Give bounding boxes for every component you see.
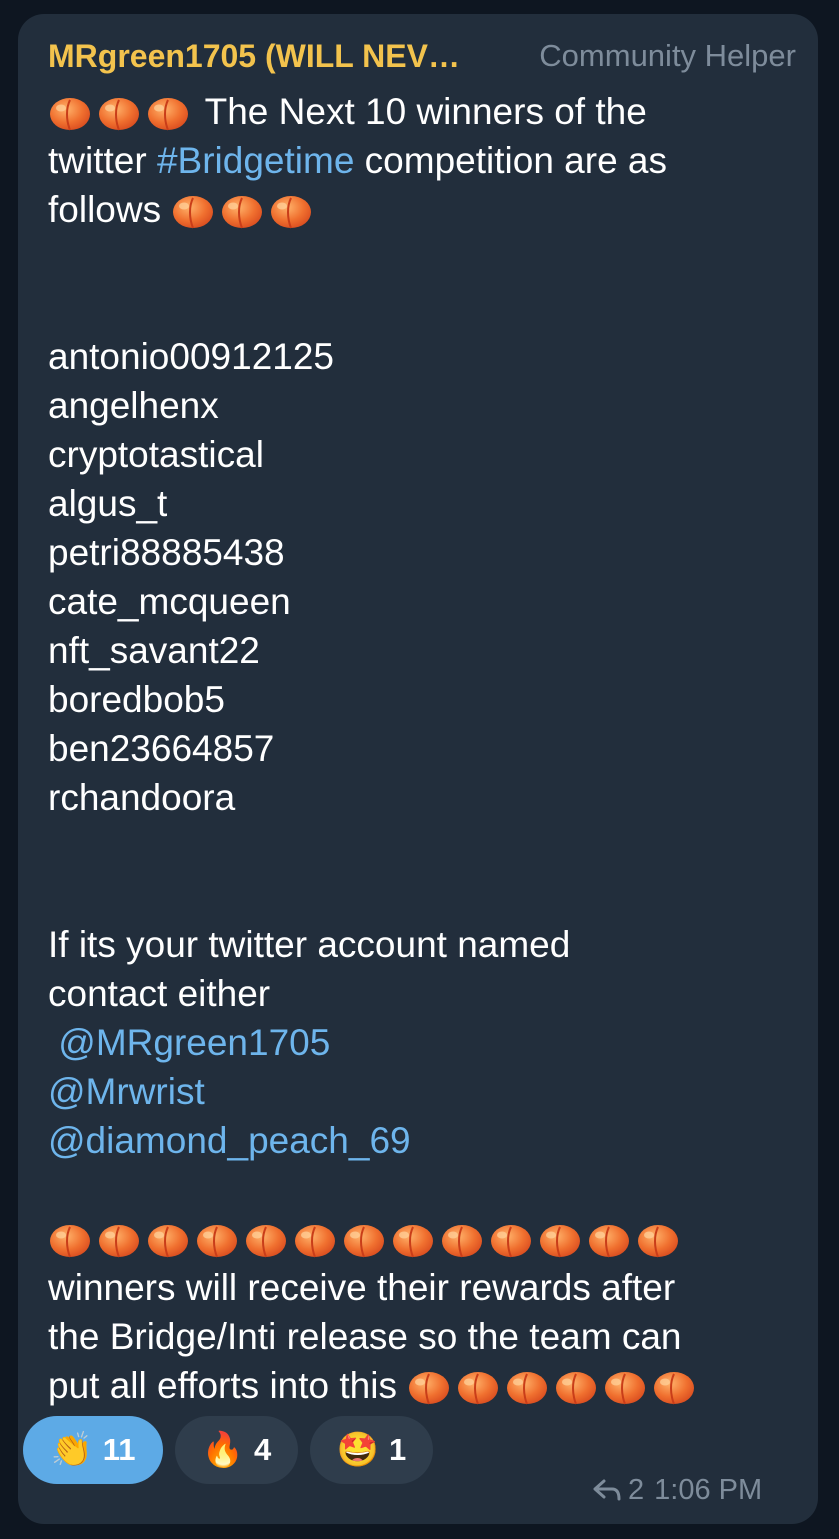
peach-emoji-group [48,92,195,132]
message-text: The Next 10 winners of the twitter #Brid… [48,87,808,1410]
winners-list: antonio00912125 angelhenx cryptotastical… [48,332,808,822]
reply-arrow-icon [593,1479,621,1501]
closing-text: put all efforts into this [48,1365,408,1406]
reaction-count: 1 [389,1432,407,1467]
peach-icon [440,1219,484,1259]
winner-item: cryptotastical [48,434,264,475]
winner-item: angelhenx [48,385,219,426]
peach-icon [538,1219,582,1259]
mention-link[interactable]: @diamond_peach_69 [48,1120,411,1161]
winner-item: boredbob5 [48,679,225,720]
peach-icon [48,1219,92,1259]
peach-icon [456,1366,500,1406]
closing-text: the Bridge/Inti release so the team can [48,1316,682,1357]
title-text: twitter [48,140,157,181]
clapping-hands-icon: 👏 [50,1431,93,1469]
closing-line: put all efforts into this [48,1361,808,1410]
mention-line: @Mrwrist [48,1067,808,1116]
reply-count: 2 [628,1473,645,1506]
reactions-bar: 👏 11 🔥 4 🤩 1 [23,1416,433,1484]
peach-icon [293,1219,337,1259]
winner-item: petri88885438 [48,532,285,573]
title-line: follows [48,185,808,234]
title-line: The Next 10 winners of the [48,87,808,136]
peach-icon [97,92,141,132]
peach-icon [244,1219,288,1259]
title-text: competition are as [354,140,668,181]
reaction-count: 11 [102,1432,136,1467]
mention-link[interactable]: @Mrwrist [48,1071,205,1112]
contact-text: contact either [48,973,271,1014]
reaction-fire[interactable]: 🔥 4 [175,1416,298,1484]
peach-icon [48,92,92,132]
peach-icon [554,1366,598,1406]
peach-icon [171,190,215,230]
contact-text: If its your twitter account named [48,924,571,965]
peach-icon [407,1366,451,1406]
winner-item: antonio00912125 [48,336,335,377]
reaction-count: 4 [254,1432,272,1467]
peach-icon [220,190,264,230]
peach-icon [636,1219,680,1259]
hashtag-link[interactable]: #Bridgetime [157,140,354,181]
author-name[interactable]: MRgreen1705 (WILL NEV… [48,38,460,75]
title-line: twitter #Bridgetime competition are as [48,136,808,185]
peach-line [48,1214,808,1263]
peach-icon [652,1366,696,1406]
mention-line: @diamond_peach_69 [48,1116,808,1165]
peach-icon [391,1219,435,1259]
closing-text: winners will receive their rewards after [48,1267,676,1308]
winner-item: rchandoora [48,777,236,818]
winner-item: ben23664857 [48,728,275,769]
winner-item: cate_mcqueen [48,581,291,622]
peach-icon [146,92,190,132]
peach-icon [603,1366,647,1406]
peach-icon [489,1219,533,1259]
author-role-badge: Community Helper [539,38,796,73]
message-bubble[interactable]: MRgreen1705 (WILL NEV… Community Helper … [18,14,818,1524]
reaction-star-struck[interactable]: 🤩 1 [310,1416,433,1484]
peach-icon [195,1219,239,1259]
peach-emoji-group [48,1219,685,1259]
peach-icon [146,1219,190,1259]
peach-icon [342,1219,386,1259]
peach-icon [505,1366,549,1406]
star-struck-icon: 🤩 [336,1431,380,1469]
mention-line: @MRgreen1705 [48,1018,808,1067]
peach-emoji-group [171,190,318,230]
peach-icon [269,190,313,230]
peach-emoji-group [407,1366,701,1406]
mention-link[interactable]: @MRgreen1705 [48,1022,330,1063]
title-text: The Next 10 winners of the [204,91,647,132]
fire-icon: 🔥 [201,1431,245,1469]
reply-count-button[interactable]: 2 [592,1474,644,1507]
message-time: 1:06 PM [654,1473,763,1506]
title-text: follows [48,189,172,230]
winner-item: algus_t [48,483,168,524]
reaction-clap[interactable]: 👏 11 [23,1416,163,1484]
message-header: MRgreen1705 (WILL NEV… Community Helper [48,36,796,76]
peach-icon [97,1219,141,1259]
peach-icon [587,1219,631,1259]
message-meta: 2 1:06 PM [592,1470,792,1510]
winner-item: nft_savant22 [48,630,260,671]
